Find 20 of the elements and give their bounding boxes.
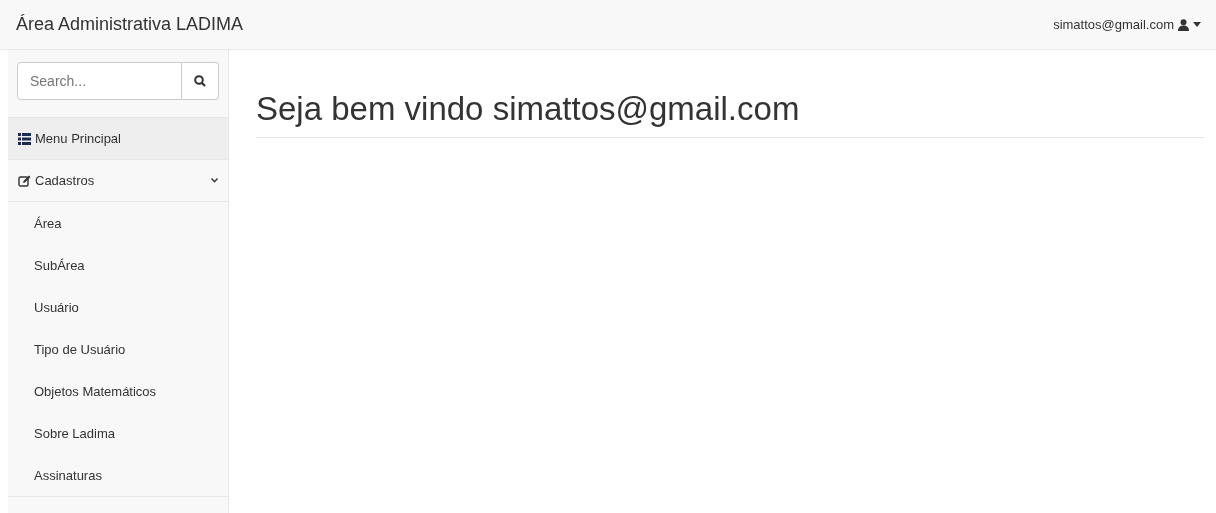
submenu-item[interactable]: SubÁrea [8, 244, 228, 286]
submenu-item[interactable]: Usuário [8, 286, 228, 328]
sidebar-item[interactable]: Cadastros [8, 160, 228, 202]
submenu-item[interactable]: Área [8, 202, 228, 244]
search-button[interactable] [182, 62, 219, 100]
caret-icon [1193, 22, 1201, 27]
chevron-down-icon [211, 178, 218, 183]
submenu-item[interactable]: Assinaturas [8, 454, 228, 496]
submenu-item[interactable]: Sobre Ladima [8, 412, 228, 454]
user-icon [1178, 18, 1189, 31]
page-heading: Seja bem vindo simattos@gmail.com [256, 90, 1204, 138]
submenu-item[interactable]: Tipo de Usuário [8, 328, 228, 370]
user-menu[interactable]: simattos@gmail.com [1053, 17, 1201, 32]
edit-icon [18, 174, 31, 187]
sidebar-item[interactable]: Menu Principal [8, 118, 228, 160]
list-icon [18, 132, 31, 145]
submenu-item[interactable]: Objetos Matemáticos [8, 370, 228, 412]
search-field[interactable]: Search... [17, 62, 182, 100]
brand-title[interactable]: Área Administrativa LADIMA [16, 14, 244, 35]
search-icon [194, 75, 206, 87]
